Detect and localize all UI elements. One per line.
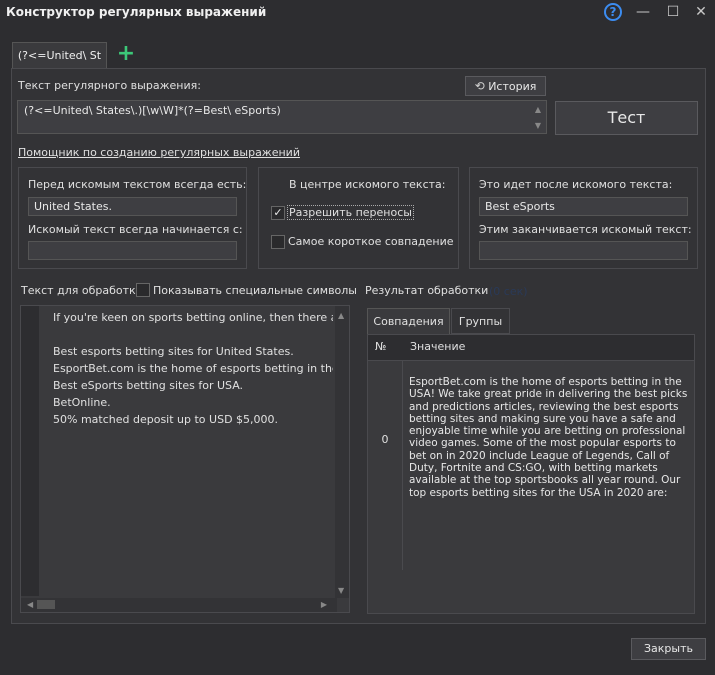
history-icon: ⟲ xyxy=(474,79,485,93)
allow-wrap-label[interactable]: Разрешить переносы xyxy=(287,205,414,220)
after-text-input[interactable]: Best eSports xyxy=(479,197,688,216)
history-button-label: История xyxy=(488,80,537,93)
text-line: BetOnline. xyxy=(53,396,111,409)
ends-with-label: Этим заканчивается искомый текст: xyxy=(479,223,692,236)
shortest-match-checkbox[interactable] xyxy=(271,235,285,249)
text-line: 50% matched deposit up to USD $5,000. xyxy=(53,413,279,426)
result-label: Результат обработки xyxy=(365,284,489,297)
scroll-down-icon[interactable]: ▼ xyxy=(535,121,541,130)
window-title: Конструктор регулярных выражений xyxy=(6,5,267,19)
scroll-right-icon[interactable]: ▶ xyxy=(321,600,327,609)
help-icon[interactable]: ? xyxy=(604,3,622,21)
table-header: № Значение xyxy=(368,335,694,361)
text-line xyxy=(53,326,333,343)
minimize-icon[interactable]: — xyxy=(633,3,653,21)
text-line: Best eSports betting sites for USA. xyxy=(53,379,244,392)
show-special-label[interactable]: Показывать специальные символы xyxy=(153,284,357,297)
regex-input[interactable]: (?<=United\ States\.)[\w\W]*(?=Best\ eSp… xyxy=(17,100,547,134)
result-time: (0 сек) xyxy=(489,285,528,298)
tab-regex[interactable]: (?<=United\ St xyxy=(12,42,107,69)
allow-wrap-checkbox[interactable]: ✓ xyxy=(271,206,285,220)
scroll-left-icon[interactable]: ◀ xyxy=(27,600,33,609)
input-text-label: Текст для обработки xyxy=(21,284,143,297)
result-table: № Значение 0 EsportBet.com is the home o… xyxy=(367,334,695,614)
input-text-lines: If you're keen on sports betting online,… xyxy=(53,309,333,428)
starts-with-label: Искомый текст всегда начинается с: xyxy=(28,223,243,236)
add-tab-icon[interactable]: + xyxy=(116,42,136,66)
scroll-up-icon[interactable]: ▲ xyxy=(338,311,344,320)
tab-groups[interactable]: Группы xyxy=(451,308,510,334)
scroll-up-icon[interactable]: ▲ xyxy=(535,105,541,114)
text-line: Best esports betting sites for United St… xyxy=(53,345,294,358)
history-button[interactable]: ⟲ История xyxy=(465,76,546,96)
ends-with-input[interactable] xyxy=(479,241,688,260)
tab-matches[interactable]: Совпадения xyxy=(367,308,450,335)
starts-with-input[interactable] xyxy=(28,241,237,260)
vertical-scrollbar[interactable]: ▲ ▼ xyxy=(335,306,349,598)
scroll-down-icon[interactable]: ▼ xyxy=(338,586,344,595)
test-button[interactable]: Тест xyxy=(555,101,698,135)
after-label: Это идет после искомого текста: xyxy=(479,178,673,191)
helper-link[interactable]: Помощник по созданию регулярных выражени… xyxy=(18,146,300,159)
close-button[interactable]: Закрыть xyxy=(631,638,706,660)
line-gutter xyxy=(21,306,39,596)
shortest-match-label[interactable]: Самое короткое совпадение xyxy=(288,235,454,248)
regex-value: (?<=United\ States\.)[\w\W]*(?=Best\ eSp… xyxy=(24,104,281,117)
maximize-icon[interactable]: ☐ xyxy=(663,3,683,21)
row-value[interactable]: EsportBet.com is the home of esports bet… xyxy=(409,376,691,499)
close-icon[interactable]: ✕ xyxy=(691,3,711,21)
before-text-input[interactable]: United States. xyxy=(28,197,237,216)
regex-label: Текст регулярного выражения: xyxy=(18,79,201,92)
text-line: If you're keen on sports betting online,… xyxy=(53,311,333,324)
middle-label: В центре искомого текста: xyxy=(289,178,446,191)
scroll-thumb[interactable] xyxy=(37,600,55,609)
horizontal-scrollbar[interactable]: ◀ ▶ xyxy=(21,598,337,612)
text-line: EsportBet.com is the home of esports bet… xyxy=(53,362,333,375)
row-index: 0 xyxy=(368,360,403,570)
input-text-area[interactable]: If you're keen on sports betting online,… xyxy=(20,305,350,613)
before-label: Перед искомым текстом всегда есть: xyxy=(28,178,247,191)
column-header-value[interactable]: Значение xyxy=(403,335,694,360)
show-special-checkbox[interactable] xyxy=(136,283,150,297)
